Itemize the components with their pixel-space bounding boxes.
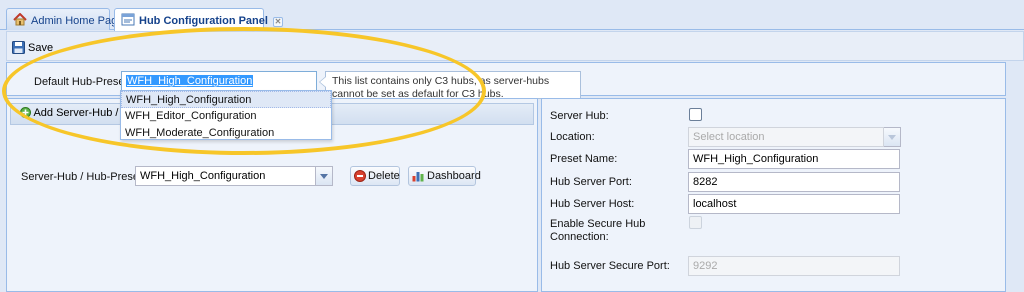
preset-name-value: WFH_High_Configuration [693,153,819,165]
location-placeholder: Select location [693,131,765,143]
location-chevron-down-icon[interactable] [884,127,901,147]
dashboard-icon [412,172,424,182]
save-label: Save [28,42,54,54]
location-label: Location: [550,131,595,143]
tab-admin-home-label: Admin Home Page [31,15,124,27]
dropdown-option[interactable]: WFH_Editor_Configuration [121,108,331,125]
dropdown-option[interactable]: WFH_Moderate_Configuration [121,125,331,142]
dropdown-option[interactable]: WFH_High_Configuration [121,91,331,108]
default-preset-label: Default Hub-Preset : [34,76,134,88]
info-tooltip: This list contains only C3 hubs, as serv… [319,71,581,100]
save-button[interactable]: Save [12,41,53,57]
tooltip-text: This list contains only C3 hubs, as serv… [332,75,550,100]
close-icon[interactable]: ✕ [272,17,283,27]
hub-server-host-label: Hub Server Host: [550,198,635,210]
toolbar [6,31,1024,61]
enable-secure-hub-checkbox[interactable] [689,216,702,229]
server-hub-checkbox[interactable] [689,108,702,121]
tab-hub-configuration[interactable]: Hub Configuration Panel ✕ [114,8,283,31]
hub-server-port-field[interactable]: 8282 [688,172,900,192]
server-hub-preset-label: Server-Hub / Hub-Preset : [21,171,149,183]
tab-hub-configuration-label: Hub Configuration Panel [139,15,268,27]
default-preset-dropdown: WFH_High_Configuration WFH_Editor_Config… [120,90,332,140]
dashboard-label: Dashboard [427,170,481,182]
preset-name-label: Preset Name: [550,153,618,165]
tab-admin-home[interactable]: Admin Home Page [6,8,123,30]
hub-server-host-value: localhost [693,198,737,210]
add-icon [20,107,31,118]
floppy-disk-icon [12,41,25,54]
preset-name-field[interactable]: WFH_High_Configuration [688,149,900,169]
hub-server-secure-port-field[interactable]: 9292 [688,256,900,276]
default-preset-combo[interactable]: WFH_High_Configuration [121,71,317,91]
panel-icon [121,13,135,26]
server-hub-preset-value: WFH_High_Configuration [140,170,266,182]
location-select[interactable]: Select location [688,127,884,147]
server-hub-preset-chevron-down-icon[interactable] [316,166,333,186]
enable-secure-hub-label: Enable Secure Hub Connection: [550,218,646,243]
dashboard-button[interactable]: Dashboard [408,166,481,186]
delete-button[interactable]: Delete [350,166,400,186]
hub-server-secure-port-value: 9292 [693,260,718,272]
server-hub-preset-combo[interactable]: WFH_High_Configuration [135,166,316,186]
hub-server-secure-port-label: Hub Server Secure Port: [550,260,670,272]
hub-server-port-label: Hub Server Port: [550,176,632,188]
hub-server-port-value: 8282 [693,176,718,188]
default-preset-value: WFH_High_Configuration [126,75,254,87]
home-icon [13,12,27,26]
server-hub-label: Server Hub: [550,110,609,122]
delete-icon [354,170,366,182]
delete-label: Delete [368,170,400,182]
hub-server-host-field[interactable]: localhost [688,194,900,214]
